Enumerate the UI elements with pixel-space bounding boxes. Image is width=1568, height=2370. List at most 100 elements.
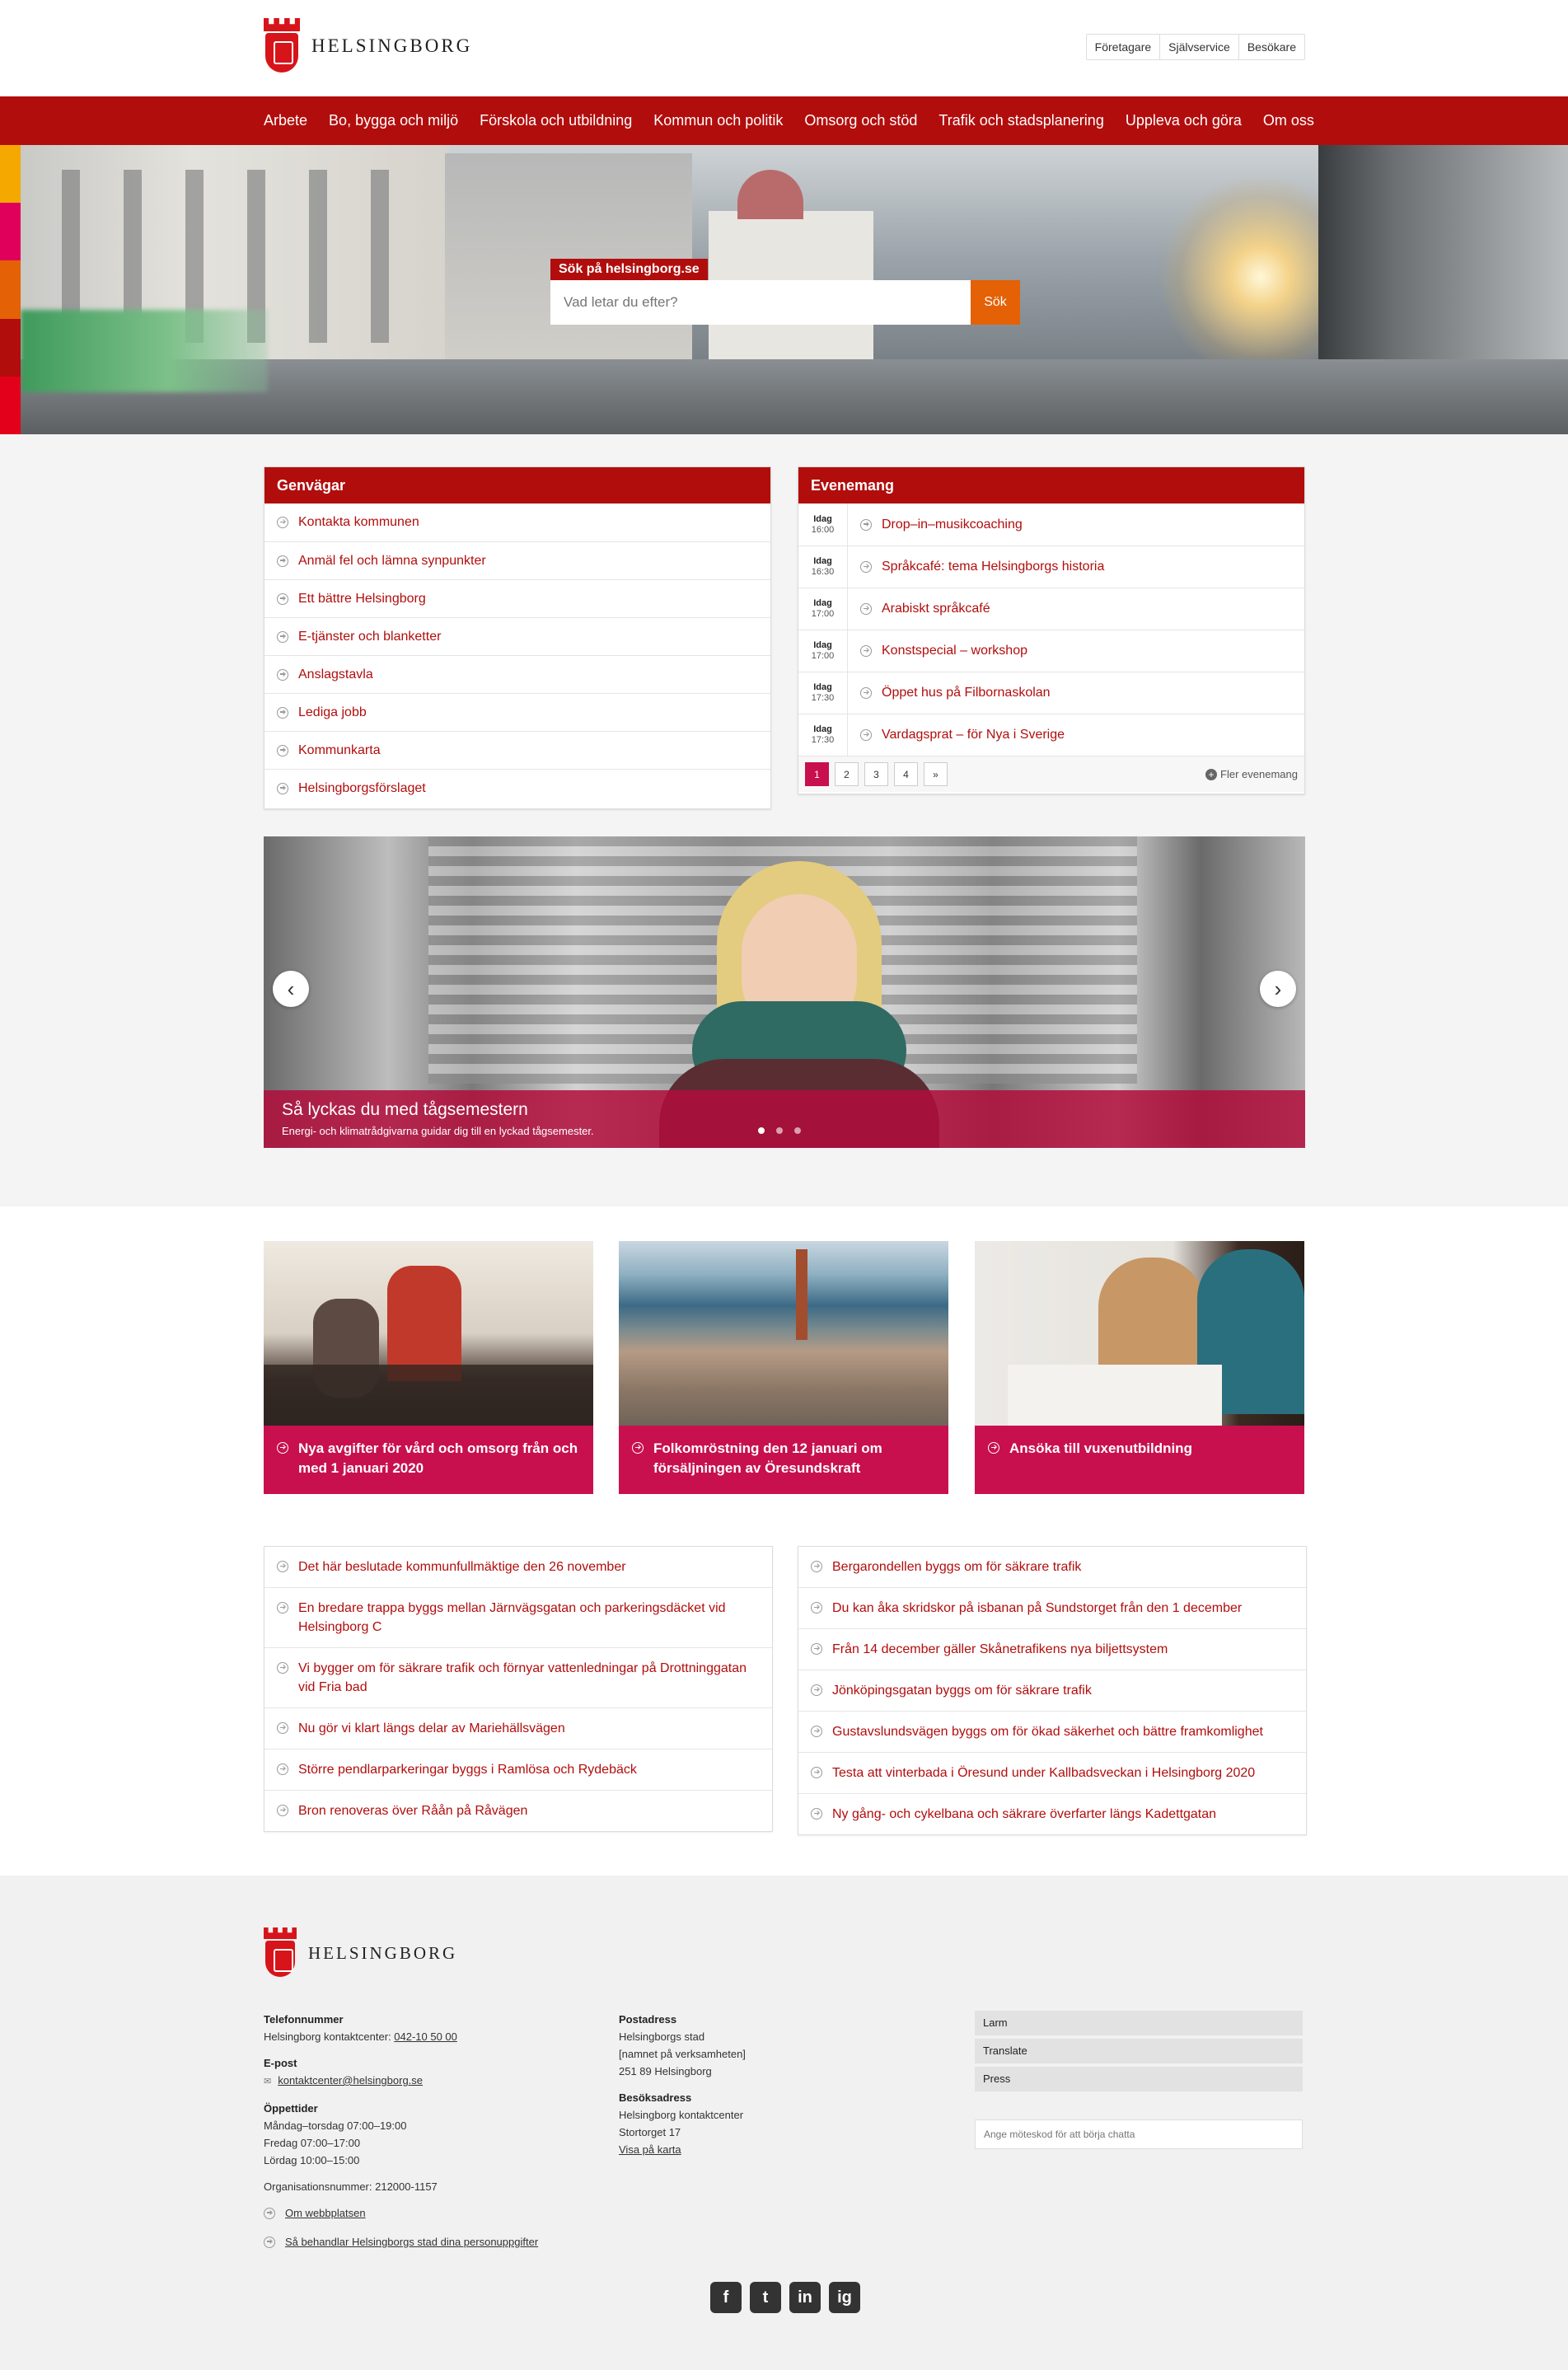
page-button[interactable]: 3: [864, 762, 888, 786]
search-button[interactable]: Sök: [971, 280, 1020, 325]
arrow-right-circle-icon: [811, 1561, 822, 1572]
news-link[interactable]: Du kan åka skridskor på isbanan på Sunds…: [798, 1587, 1306, 1628]
arrow-right-circle-icon: [277, 592, 288, 605]
arrow-right-circle-icon: [811, 1602, 822, 1614]
news-label: Gustavslundsvägen byggs om för ökad säke…: [832, 1725, 1263, 1739]
event-item[interactable]: Idag 17:30 Vardagsprat – för Nya i Sverige: [798, 714, 1304, 756]
page-button[interactable]: 1: [805, 762, 829, 786]
nav-item[interactable]: Bo, bygga och miljö: [329, 112, 458, 129]
news-link[interactable]: Större pendlarparkeringar byggs i Ramlös…: [264, 1749, 772, 1790]
shortcut-label: Kontakta kommunen: [298, 515, 419, 529]
carousel-dot[interactable]: [776, 1127, 783, 1134]
news-link[interactable]: Från 14 december gäller Skånetrafikens n…: [798, 1628, 1306, 1670]
search-input[interactable]: [550, 280, 971, 325]
email-link[interactable]: kontaktcenter@helsingborg.se: [278, 2074, 423, 2087]
visit-heading: Besöksadress: [619, 2091, 692, 2104]
audience-link-foretagare[interactable]: Företagare: [1087, 35, 1161, 59]
translate-button[interactable]: Translate: [975, 2039, 1303, 2063]
carousel-caption[interactable]: Så lyckas du med tågsemestern Energi- oc…: [264, 1090, 1305, 1148]
site-logo[interactable]: HELSINGBORG: [264, 18, 472, 74]
chevron-right-icon: ›: [1274, 976, 1282, 1001]
event-date: Idag 16:00: [798, 504, 848, 546]
carousel-dot[interactable]: [758, 1127, 765, 1134]
next-page-button[interactable]: »: [924, 762, 948, 786]
carousel-dot[interactable]: [794, 1127, 801, 1134]
feature-card[interactable]: Ansöka till vuxenutbildning: [975, 1241, 1304, 1494]
page-button[interactable]: 2: [835, 762, 859, 786]
footer-contact: Telefonnummer Helsingborg kontaktcenter:…: [264, 2011, 538, 2251]
news-label: Bergarondellen byggs om för säkrare traf…: [832, 1560, 1082, 1574]
nav-item[interactable]: Trafik och stadsplanering: [938, 112, 1103, 129]
phone-link[interactable]: 042-10 50 00: [394, 2030, 457, 2043]
arrow-right-circle-icon: [277, 744, 288, 756]
shortcut-link[interactable]: Ett bättre Helsingborg: [264, 579, 770, 617]
event-title: Konstspecial – workshop: [882, 644, 1027, 658]
shortcut-link[interactable]: Anslagstavla: [264, 655, 770, 693]
shortcut-label: Helsingborgsförslaget: [298, 780, 426, 795]
page-button[interactable]: 4: [894, 762, 918, 786]
about-link[interactable]: Om webbplatsen: [264, 2204, 538, 2222]
arrow-right-circle-icon: [632, 1442, 644, 1454]
news-link[interactable]: Det här beslutade kommunfullmäktige den …: [264, 1547, 772, 1587]
arrow-right-circle-icon: [811, 1808, 822, 1820]
event-item[interactable]: Idag 17:00 Arabiskt språkcafé: [798, 588, 1304, 630]
feature-card[interactable]: Folkomröstning den 12 januari om försälj…: [619, 1241, 948, 1494]
news-link[interactable]: Bergarondellen byggs om för säkrare traf…: [798, 1547, 1306, 1587]
chat-code-input[interactable]: [975, 2119, 1303, 2149]
nav-item[interactable]: Förskola och utbildning: [480, 112, 632, 129]
news-link[interactable]: Ny gång- och cykelbana och säkrare överf…: [798, 1793, 1306, 1834]
shortcut-link[interactable]: Anmäl fel och lämna synpunkter: [264, 541, 770, 579]
shortcut-link[interactable]: Kontakta kommunen: [264, 504, 770, 541]
carousel-prev-button[interactable]: ‹: [273, 971, 309, 1007]
shortcut-link[interactable]: Kommunkarta: [264, 731, 770, 769]
news-link[interactable]: Jönköpingsgatan byggs om för säkrare tra…: [798, 1670, 1306, 1711]
event-time: 16:00: [811, 524, 835, 535]
news-label: Vi bygger om för säkrare trafik och förn…: [298, 1661, 747, 1694]
audience-link-besokare[interactable]: Besökare: [1239, 35, 1304, 59]
shortcut-label: E-tjänster och blanketter: [298, 629, 442, 644]
shortcut-link[interactable]: E-tjänster och blanketter: [264, 617, 770, 655]
instagram-icon[interactable]: ig: [829, 2282, 860, 2313]
more-events-link[interactable]: + Fler evenemang: [1205, 768, 1298, 780]
linkedin-icon[interactable]: in: [789, 2282, 821, 2313]
events-box: Evenemang Idag 16:00 Drop–in–musikcoaching…: [798, 466, 1305, 794]
news-link[interactable]: Vi bygger om för säkrare trafik och förn…: [264, 1647, 772, 1707]
event-time: 17:00: [811, 651, 835, 661]
facebook-icon[interactable]: f: [710, 2282, 742, 2313]
news-label: Nu gör vi klart längs delar av Mariehäll…: [298, 1721, 565, 1735]
search-box: Sök på helsingborg.se Sök: [550, 259, 1020, 325]
news-link[interactable]: Bron renoveras över Råån på Råvägen: [264, 1790, 772, 1831]
hours-line: Fredag 07:00–17:00: [264, 2137, 361, 2149]
shortcut-link[interactable]: Helsingborgsförslaget: [264, 769, 770, 807]
event-item[interactable]: Idag 17:00 Konstspecial – workshop: [798, 630, 1304, 672]
audience-link-sjalvservice[interactable]: Självservice: [1160, 35, 1239, 59]
shortcut-label: Anslagstavla: [298, 667, 373, 681]
nav-item[interactable]: Uppleva och göra: [1126, 112, 1242, 129]
visit-line: Helsingborg kontaktcenter: [619, 2109, 744, 2121]
shortcut-link[interactable]: Lediga jobb: [264, 693, 770, 731]
event-date: Idag 16:30: [798, 546, 848, 588]
nav-item[interactable]: Om oss: [1263, 112, 1314, 129]
nav-item[interactable]: Arbete: [264, 112, 307, 129]
news-link[interactable]: En bredare trappa byggs mellan Järnvägsg…: [264, 1587, 772, 1647]
twitter-icon[interactable]: t: [750, 2282, 781, 2313]
larm-button[interactable]: Larm: [975, 2011, 1303, 2035]
nav-item[interactable]: Omsorg och stöd: [804, 112, 917, 129]
feature-card[interactable]: Nya avgifter för vård och omsorg från oc…: [264, 1241, 593, 1494]
news-link[interactable]: Gustavslundsvägen byggs om för ökad säke…: [798, 1711, 1306, 1752]
phone-number: 042-10 50 00: [394, 2030, 457, 2043]
news-link[interactable]: Nu gör vi klart längs delar av Mariehäll…: [264, 1707, 772, 1749]
news-label: En bredare trappa byggs mellan Järnvägsg…: [298, 1601, 726, 1634]
postal-line: 251 89 Helsingborg: [619, 2065, 712, 2077]
event-item[interactable]: Idag 16:30 Språkcafé: tema Helsingborgs hi…: [798, 546, 1304, 588]
footer-logo[interactable]: HELSINGBORG: [264, 1927, 457, 1979]
carousel-next-button[interactable]: ›: [1260, 971, 1296, 1007]
event-item[interactable]: Idag 16:00 Drop–in–musikcoaching: [798, 504, 1304, 546]
event-item[interactable]: Idag 17:30 Öppet hus på Filbornaskolan: [798, 672, 1304, 714]
nav-item[interactable]: Kommun och politik: [653, 112, 783, 129]
privacy-link[interactable]: Så behandlar Helsingborgs stad dina pers…: [264, 2233, 538, 2251]
news-link[interactable]: Testa att vinterbada i Öresund under Kal…: [798, 1752, 1306, 1793]
press-button[interactable]: Press: [975, 2067, 1303, 2091]
news-list-right: Bergarondellen byggs om för säkrare traf…: [798, 1546, 1307, 1835]
map-link[interactable]: Visa på karta: [619, 2143, 681, 2156]
